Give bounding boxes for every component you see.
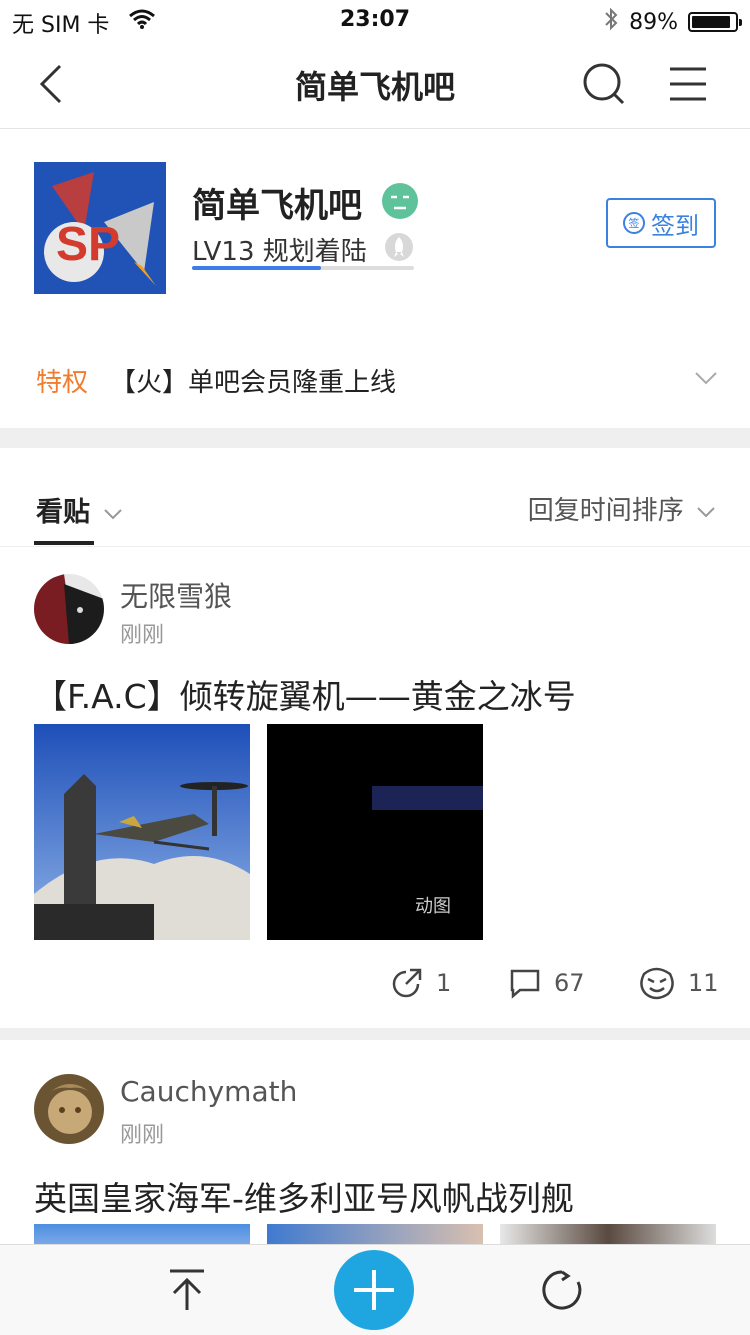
post-title[interactable]: 【F.A.C】倾转旋翼机——黄金之冰号 xyxy=(34,670,576,718)
new-post-button[interactable] xyxy=(334,1250,414,1330)
signin-button[interactable]: 签 签到 xyxy=(606,198,716,248)
level-progress xyxy=(192,266,414,270)
svg-text:SP: SP xyxy=(56,218,120,271)
tab-browse-label: 看贴 xyxy=(36,497,90,528)
page-title: 简单飞机吧 xyxy=(294,68,455,106)
post-time: 刚刚 xyxy=(120,1123,165,1148)
bluetooth-icon xyxy=(603,7,619,37)
menu-icon[interactable] xyxy=(668,66,708,106)
forum-logo[interactable]: SP xyxy=(34,162,166,294)
share-button[interactable]: 1 xyxy=(390,966,451,1000)
share-count: 1 xyxy=(436,969,452,997)
post-gif[interactable]: 动图 xyxy=(267,724,483,940)
post-image[interactable] xyxy=(267,1224,483,1244)
scroll-top-icon[interactable] xyxy=(166,1268,208,1316)
tab-active-indicator xyxy=(34,541,94,545)
forum-name: 简单飞机吧 xyxy=(192,186,362,226)
gif-badge: 动图 xyxy=(415,896,451,917)
status-right: 89% xyxy=(603,7,742,37)
post-divider xyxy=(0,1028,750,1040)
share-icon xyxy=(392,968,422,998)
avatar[interactable] xyxy=(34,574,104,644)
forum-level: LV13 规划着陆 xyxy=(192,237,367,267)
section-divider xyxy=(0,428,750,448)
status-bar: 无 SIM 卡 23:07 89% xyxy=(0,0,750,40)
post-time: 刚刚 xyxy=(120,623,165,648)
chevron-down-icon[interactable] xyxy=(694,370,718,390)
face-emoji-icon xyxy=(382,183,418,219)
post-image[interactable] xyxy=(34,724,250,940)
privilege-label: 特权 xyxy=(36,368,89,398)
comment-icon xyxy=(510,969,540,999)
like-face-icon xyxy=(640,967,674,1000)
comment-button[interactable]: 67 xyxy=(508,966,585,1000)
chevron-down-icon xyxy=(697,507,715,518)
plus-icon xyxy=(354,1270,394,1310)
tab-divider xyxy=(0,546,750,547)
comment-count: 67 xyxy=(554,969,585,997)
refresh-icon[interactable] xyxy=(540,1268,584,1316)
sort-dropdown[interactable]: 回复时间排序 xyxy=(528,490,716,527)
navigation-bar: 简单飞机吧 xyxy=(0,40,750,129)
like-count: 11 xyxy=(688,969,719,997)
signin-label: 签到 xyxy=(651,211,699,240)
rocket-icon xyxy=(385,233,413,261)
battery-percent: 89% xyxy=(629,9,678,35)
like-button[interactable]: 11 xyxy=(638,966,719,1000)
level-progress-fill xyxy=(192,266,321,270)
signin-icon: 签 xyxy=(623,212,645,234)
privilege-text[interactable]: 【火】单吧会员隆重上线 xyxy=(110,362,396,399)
battery-icon xyxy=(688,12,742,32)
post-image[interactable] xyxy=(34,1224,250,1244)
search-icon[interactable] xyxy=(582,62,626,110)
sort-label: 回复时间排序 xyxy=(527,496,684,526)
post-author[interactable]: Cauchymath xyxy=(120,1075,297,1108)
chevron-down-icon xyxy=(104,509,123,520)
avatar[interactable] xyxy=(34,1074,104,1144)
post-image[interactable] xyxy=(500,1224,716,1244)
post-title[interactable]: 英国皇家海军-维多利亚号风帆战列舰 xyxy=(34,1172,574,1220)
post-author[interactable]: 无限雪狼 xyxy=(120,575,232,615)
tab-browse[interactable]: 看贴 xyxy=(36,490,123,529)
